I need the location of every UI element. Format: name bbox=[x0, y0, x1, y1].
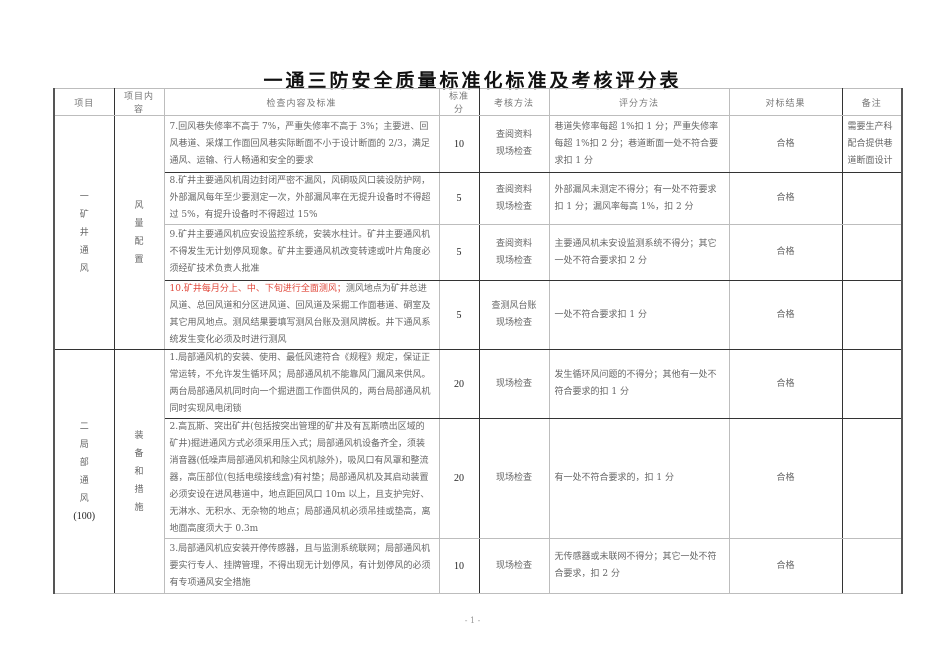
header-check-content: 检查内容及标准 bbox=[163, 88, 440, 116]
standard-score: 5 bbox=[438, 172, 480, 225]
table-row: 8.矿井主要通风机周边封闭严密不漏风，风硐吸风口装设防护网，外部漏风每年至少要测… bbox=[54, 172, 903, 225]
standard-score: 5 bbox=[438, 224, 480, 281]
header-item-content: 项目内容 bbox=[113, 88, 165, 116]
result: 合格 bbox=[728, 224, 843, 281]
header-scoring-method: 评分方法 bbox=[548, 88, 730, 116]
scoring-method: 一处不符合要求扣 1 分 bbox=[548, 280, 730, 350]
remarks bbox=[841, 418, 903, 539]
result: 合格 bbox=[728, 538, 843, 594]
remarks bbox=[841, 349, 903, 419]
table-row: 9.矿井主要通风机应安设监控系统，安装水柱计。矿井主要通风机不得发生无计划停风现… bbox=[54, 224, 903, 281]
page-number: - 1 - bbox=[464, 616, 481, 625]
remarks bbox=[841, 224, 903, 281]
header-assessment-method: 考核方法 bbox=[478, 88, 550, 116]
header-remarks: 备注 bbox=[841, 88, 903, 116]
check-content: 10.矿井每月分上、中、下旬进行全面测风；测风地点为矿井总进风道、总回风道和分区… bbox=[163, 280, 440, 350]
section-item-label: 二 局 部 通 风 (100) bbox=[53, 349, 115, 594]
standard-score: 20 bbox=[438, 418, 480, 539]
remarks: 需要生产科配合提供巷道断面设计 bbox=[841, 115, 903, 173]
table-row: 10.矿井每月分上、中、下旬进行全面测风；测风地点为矿井总进风道、总回风道和分区… bbox=[54, 280, 903, 350]
result: 合格 bbox=[728, 280, 843, 350]
table-row: 一 矿 井 通 风 风 量 配 置 7.回风巷失修率不高于 7%，严重失修率不高… bbox=[53, 115, 903, 350]
result: 合格 bbox=[728, 418, 843, 539]
check-content: 2.高瓦斯、突出矿井(包括按突出管理的矿井及有瓦斯喷出区域的矿井)掘进通风方式必… bbox=[163, 418, 440, 539]
assessment-method: 现场检查 bbox=[478, 538, 550, 594]
standard-score: 10 bbox=[438, 538, 480, 594]
table-row: 3.局部通风机应安装开停传感器，且与监测系统联网；局部通风机要实行专人、挂牌管理… bbox=[54, 538, 903, 594]
assessment-method: 现场检查 bbox=[478, 349, 550, 419]
scoring-table: 项目 项目内容 检查内容及标准 标准分 考核方法 评分方法 对标结果 备注 一 … bbox=[53, 88, 903, 594]
remarks bbox=[841, 538, 903, 594]
check-content: 9.矿井主要通风机应安设监控系统，安装水柱计。矿井主要通风机不得发生无计划停风现… bbox=[163, 224, 440, 281]
scoring-method: 主要通风机未安设监测系统不得分；其它一处不符合要求扣 2 分 bbox=[548, 224, 730, 281]
check-content: 7.回风巷失修率不高于 7%，严重失修率不高于 3%；主要进、回风巷道、采煤工作… bbox=[163, 115, 440, 173]
result: 合格 bbox=[728, 115, 843, 173]
assessment-method: 查阅资料 现场检查 bbox=[478, 115, 550, 173]
table-row: 2.高瓦斯、突出矿井(包括按突出管理的矿井及有瓦斯喷出区域的矿井)掘进通风方式必… bbox=[54, 418, 903, 539]
scoring-method: 发生循环风问题的不得分；其他有一处不符合要求的扣 1 分 bbox=[548, 349, 730, 419]
header-row: 项目 项目内容 检查内容及标准 标准分 考核方法 评分方法 对标结果 备注 bbox=[53, 88, 903, 116]
scoring-method: 无传感器或未联网不得分；其它一处不符合要求，扣 2 分 bbox=[548, 538, 730, 594]
remarks bbox=[841, 280, 903, 350]
section-content-label: 风 量 配 置 bbox=[113, 115, 165, 350]
header-result: 对标结果 bbox=[728, 88, 843, 116]
assessment-method: 查阅资料 现场检查 bbox=[478, 224, 550, 281]
check-content: 8.矿井主要通风机周边封闭严密不漏风，风硐吸风口装设防护网，外部漏风每年至少要测… bbox=[163, 172, 440, 225]
standard-score: 20 bbox=[438, 349, 480, 419]
check-content: 3.局部通风机应安装开停传感器，且与监测系统联网；局部通风机要实行专人、挂牌管理… bbox=[163, 538, 440, 594]
standard-score: 5 bbox=[438, 280, 480, 350]
section-content-label: 装 备 和 措 施 bbox=[113, 349, 165, 594]
table-row: 二 局 部 通 风 (100) 装 备 和 措 施 1.局部通风机的安装、使用、… bbox=[53, 349, 903, 594]
assessment-method: 查测风台账 现场检查 bbox=[478, 280, 550, 350]
assessment-method: 查阅资料 现场检查 bbox=[478, 172, 550, 225]
scoring-method: 外部漏风未测定不得分；有一处不符要求扣 1 分；漏风率每高 1%，扣 2 分 bbox=[548, 172, 730, 225]
header-item: 项目 bbox=[53, 88, 115, 116]
header-standard-score: 标准分 bbox=[438, 88, 480, 116]
scoring-method: 有一处不符合要求的，扣 1 分 bbox=[548, 418, 730, 539]
check-content: 1.局部通风机的安装、使用、最低风速符合《规程》规定，保证正常运转，不允许发生循… bbox=[163, 349, 440, 419]
assessment-method: 现场检查 bbox=[478, 418, 550, 539]
result: 合格 bbox=[728, 172, 843, 225]
scoring-method: 巷道失修率每超 1%扣 1 分；严重失修率每超 1%扣 2 分；巷道断面一处不符… bbox=[548, 115, 730, 173]
result: 合格 bbox=[728, 349, 843, 419]
standard-score: 10 bbox=[438, 115, 480, 173]
remarks bbox=[841, 172, 903, 225]
section-item-label: 一 矿 井 通 风 bbox=[53, 115, 115, 350]
